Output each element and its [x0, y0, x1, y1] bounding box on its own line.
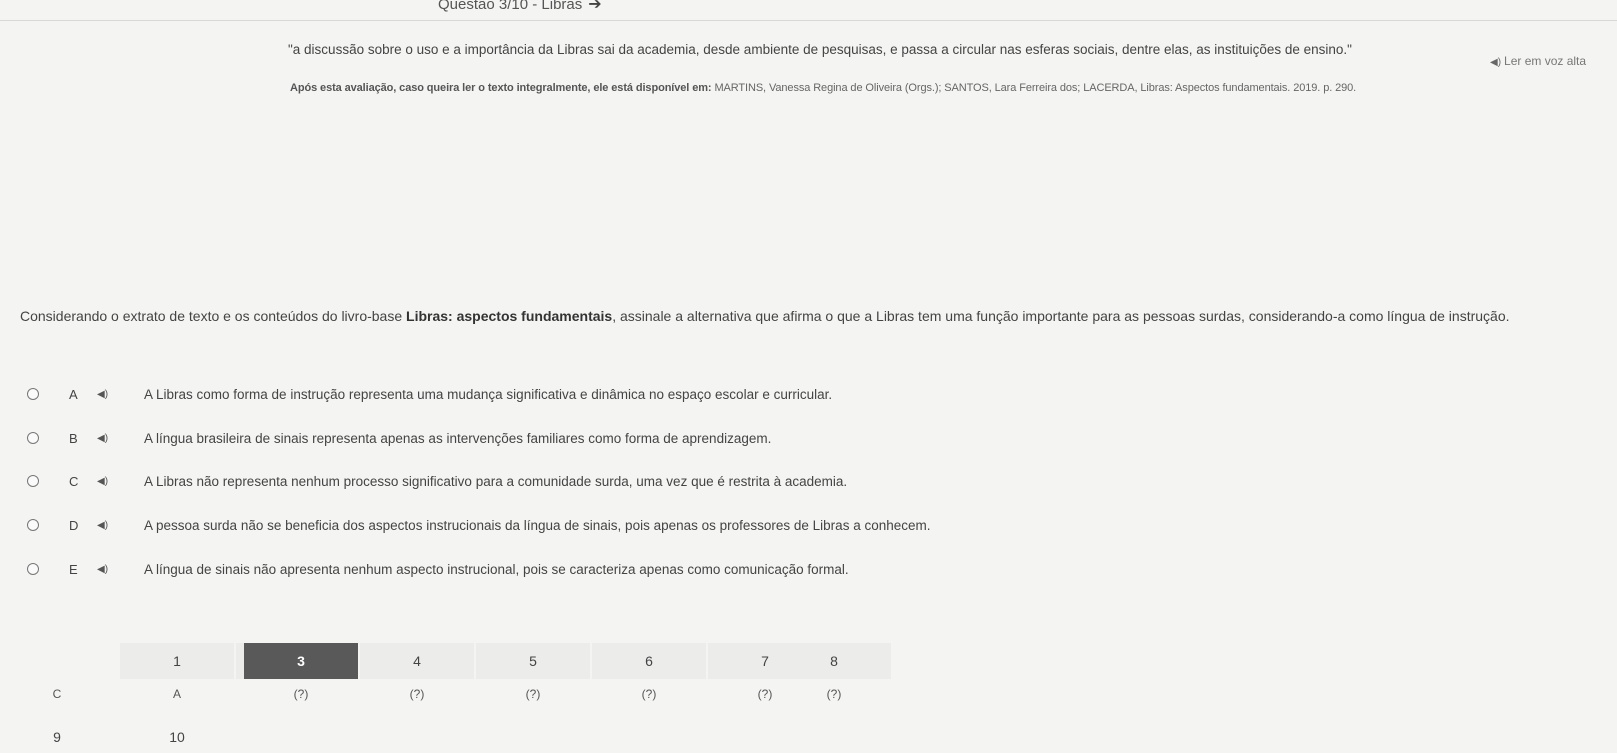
option-text: A língua de sinais não apresenta nenhum … — [144, 561, 849, 577]
nav-question-8[interactable]: 8 — [777, 643, 891, 679]
question-navigation: 1 2 3 4 5 6 7 8 C A (?) (?) (?) (?) (?) … — [0, 643, 891, 752]
nav-question-4[interactable]: 4 — [360, 643, 474, 679]
read-aloud-button[interactable]: ◀) Ler em voz alta — [1490, 54, 1586, 68]
question-quote: "a discussão sobre o uso e a importância… — [288, 42, 1352, 57]
question-title: Questão 3/10 - Libras ➔ — [438, 0, 602, 14]
source-reference: Após esta avaliação, caso queira ler o t… — [290, 82, 1356, 94]
nav-question-5[interactable]: 5 — [476, 643, 590, 679]
option-text: A Libras como forma de instrução represe… — [144, 386, 833, 402]
option-letter: A — [69, 386, 78, 402]
nav-question-10[interactable]: 10 — [120, 729, 234, 753]
prompt-text-end: , assinale a alternativa que afirma o qu… — [612, 308, 1510, 324]
speaker-icon[interactable]: ◀) — [97, 433, 108, 444]
option-e[interactable]: E ◀) A língua de sinais não apresenta ne… — [27, 558, 849, 580]
radio-button[interactable] — [27, 388, 39, 400]
option-c[interactable]: C ◀) A Libras não representa nenhum proc… — [27, 470, 847, 492]
radio-button[interactable] — [27, 563, 39, 575]
arrow-right-icon[interactable]: ➔ — [588, 0, 601, 13]
option-text: A Libras não representa nenhum processo … — [144, 473, 848, 489]
option-text: A pessoa surda não se beneficia dos aspe… — [144, 517, 931, 533]
prompt-text-start: Considerando o extrato de texto e os con… — [20, 308, 407, 324]
speaker-icon[interactable]: ◀) — [97, 476, 108, 487]
speaker-icon[interactable]: ◀) — [97, 564, 108, 575]
nav-question-1[interactable]: 1 — [120, 643, 234, 679]
nav-answer-4: (?) — [409, 687, 425, 701]
nav-answer-1: C — [52, 687, 62, 701]
question-prompt: Considerando o extrato de texto e os con… — [20, 306, 1610, 326]
nav-answer-5: (?) — [525, 687, 541, 701]
speaker-icon[interactable]: ◀) — [97, 520, 108, 531]
option-a[interactable]: A ◀) A Libras como forma de instrução re… — [27, 383, 832, 405]
source-lead: Após esta avaliação, caso queira ler o t… — [290, 82, 712, 94]
speaker-icon: ◀) — [1490, 57, 1502, 68]
nav-answer-6: (?) — [641, 687, 657, 701]
radio-button[interactable] — [27, 475, 39, 487]
radio-button[interactable] — [27, 432, 39, 444]
option-letter: E — [69, 561, 78, 577]
nav-answer-2: A — [172, 687, 181, 701]
nav-answer-3: (?) — [293, 687, 309, 701]
top-bar: Questão 3/10 - Libras ➔ — [0, 0, 1617, 21]
nav-answer-8: (?) — [826, 687, 842, 701]
option-text: A língua brasileira de sinais representa… — [144, 430, 772, 446]
read-aloud-label: Ler em voz alta — [1504, 54, 1587, 68]
option-d[interactable]: D ◀) A pessoa surda não se beneficia dos… — [27, 514, 931, 536]
source-citation: MARTINS, Vanessa Regina de Oliveira (Org… — [714, 82, 1357, 94]
nav-question-9[interactable]: 9 — [0, 729, 114, 753]
radio-button[interactable] — [27, 519, 39, 531]
prompt-book-title: Libras: aspectos fundamentais — [406, 308, 613, 324]
option-letter: D — [69, 517, 79, 533]
nav-question-3[interactable]: 3 — [244, 643, 358, 679]
option-letter: C — [69, 473, 79, 489]
nav-question-6[interactable]: 6 — [592, 643, 706, 679]
question-title-text: Questão 3/10 - Libras — [438, 0, 583, 13]
option-b[interactable]: B ◀) A língua brasileira de sinais repre… — [27, 427, 771, 449]
option-letter: B — [69, 430, 78, 446]
speaker-icon[interactable]: ◀) — [97, 389, 108, 400]
